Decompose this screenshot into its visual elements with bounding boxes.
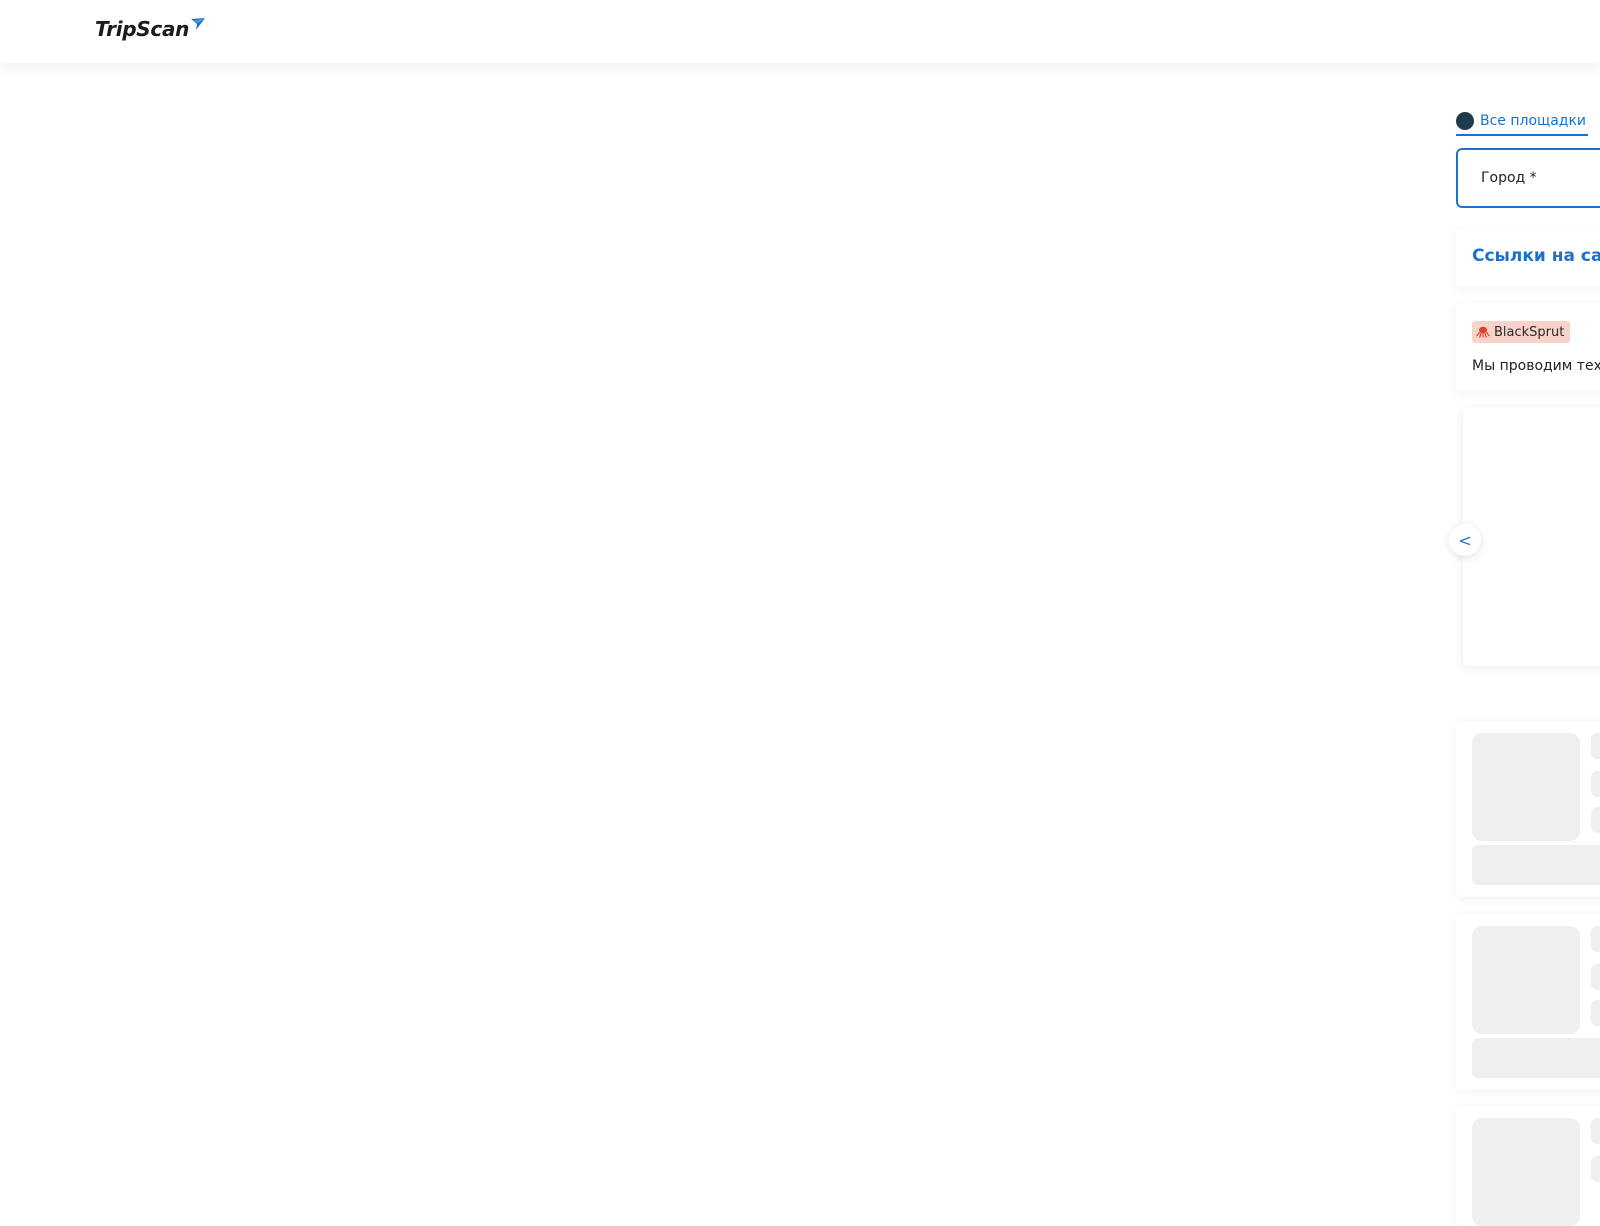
slider-prev-button[interactable]: <: [1449, 524, 1481, 556]
listing-skeleton-card: [1456, 914, 1600, 1090]
skeleton-line: [1591, 926, 1600, 952]
links-card: Ссылки на са: [1456, 228, 1600, 287]
tripscan-logo[interactable]: TripScan: [95, 16, 206, 42]
skeleton-line: [1591, 733, 1600, 759]
city-select-field[interactable]: Город *: [1456, 148, 1600, 208]
skeleton-line: [1591, 964, 1600, 990]
skeleton-line: [1591, 1118, 1600, 1144]
tab-all-platforms-label: Все площадки: [1480, 113, 1587, 129]
skeleton-line: [1591, 807, 1600, 833]
paper-plane-icon: [191, 18, 206, 30]
market-badge[interactable]: BlackSprut: [1472, 321, 1571, 343]
site-header: TripScan: [0, 0, 1600, 63]
listing-skeleton-card: [1456, 1106, 1600, 1226]
logo-text: TripScan: [95, 17, 190, 41]
market-badge-label: BlackSprut: [1494, 324, 1565, 340]
skeleton-bar: [1472, 845, 1600, 885]
skeleton-image: [1472, 733, 1580, 841]
skeleton-image: [1472, 1118, 1580, 1226]
skeleton-line: [1591, 771, 1600, 797]
tab-all-platforms[interactable]: Все площадки: [1456, 108, 1589, 136]
globe-icon: [1456, 112, 1474, 130]
city-field-label: Город *: [1481, 170, 1537, 186]
octopus-icon: [1476, 326, 1490, 338]
skeleton-line: [1591, 1156, 1600, 1182]
notice-text: Мы проводим тех: [1472, 358, 1600, 374]
links-card-title[interactable]: Ссылки на са: [1472, 246, 1600, 266]
skeleton-image: [1472, 926, 1580, 1034]
skeleton-bar: [1472, 1038, 1600, 1078]
notice-card: BlackSprut Мы проводим тех: [1456, 303, 1600, 391]
banner-slider: [1463, 407, 1600, 666]
listing-skeleton-card: [1456, 721, 1600, 897]
skeleton-line: [1591, 1000, 1600, 1026]
